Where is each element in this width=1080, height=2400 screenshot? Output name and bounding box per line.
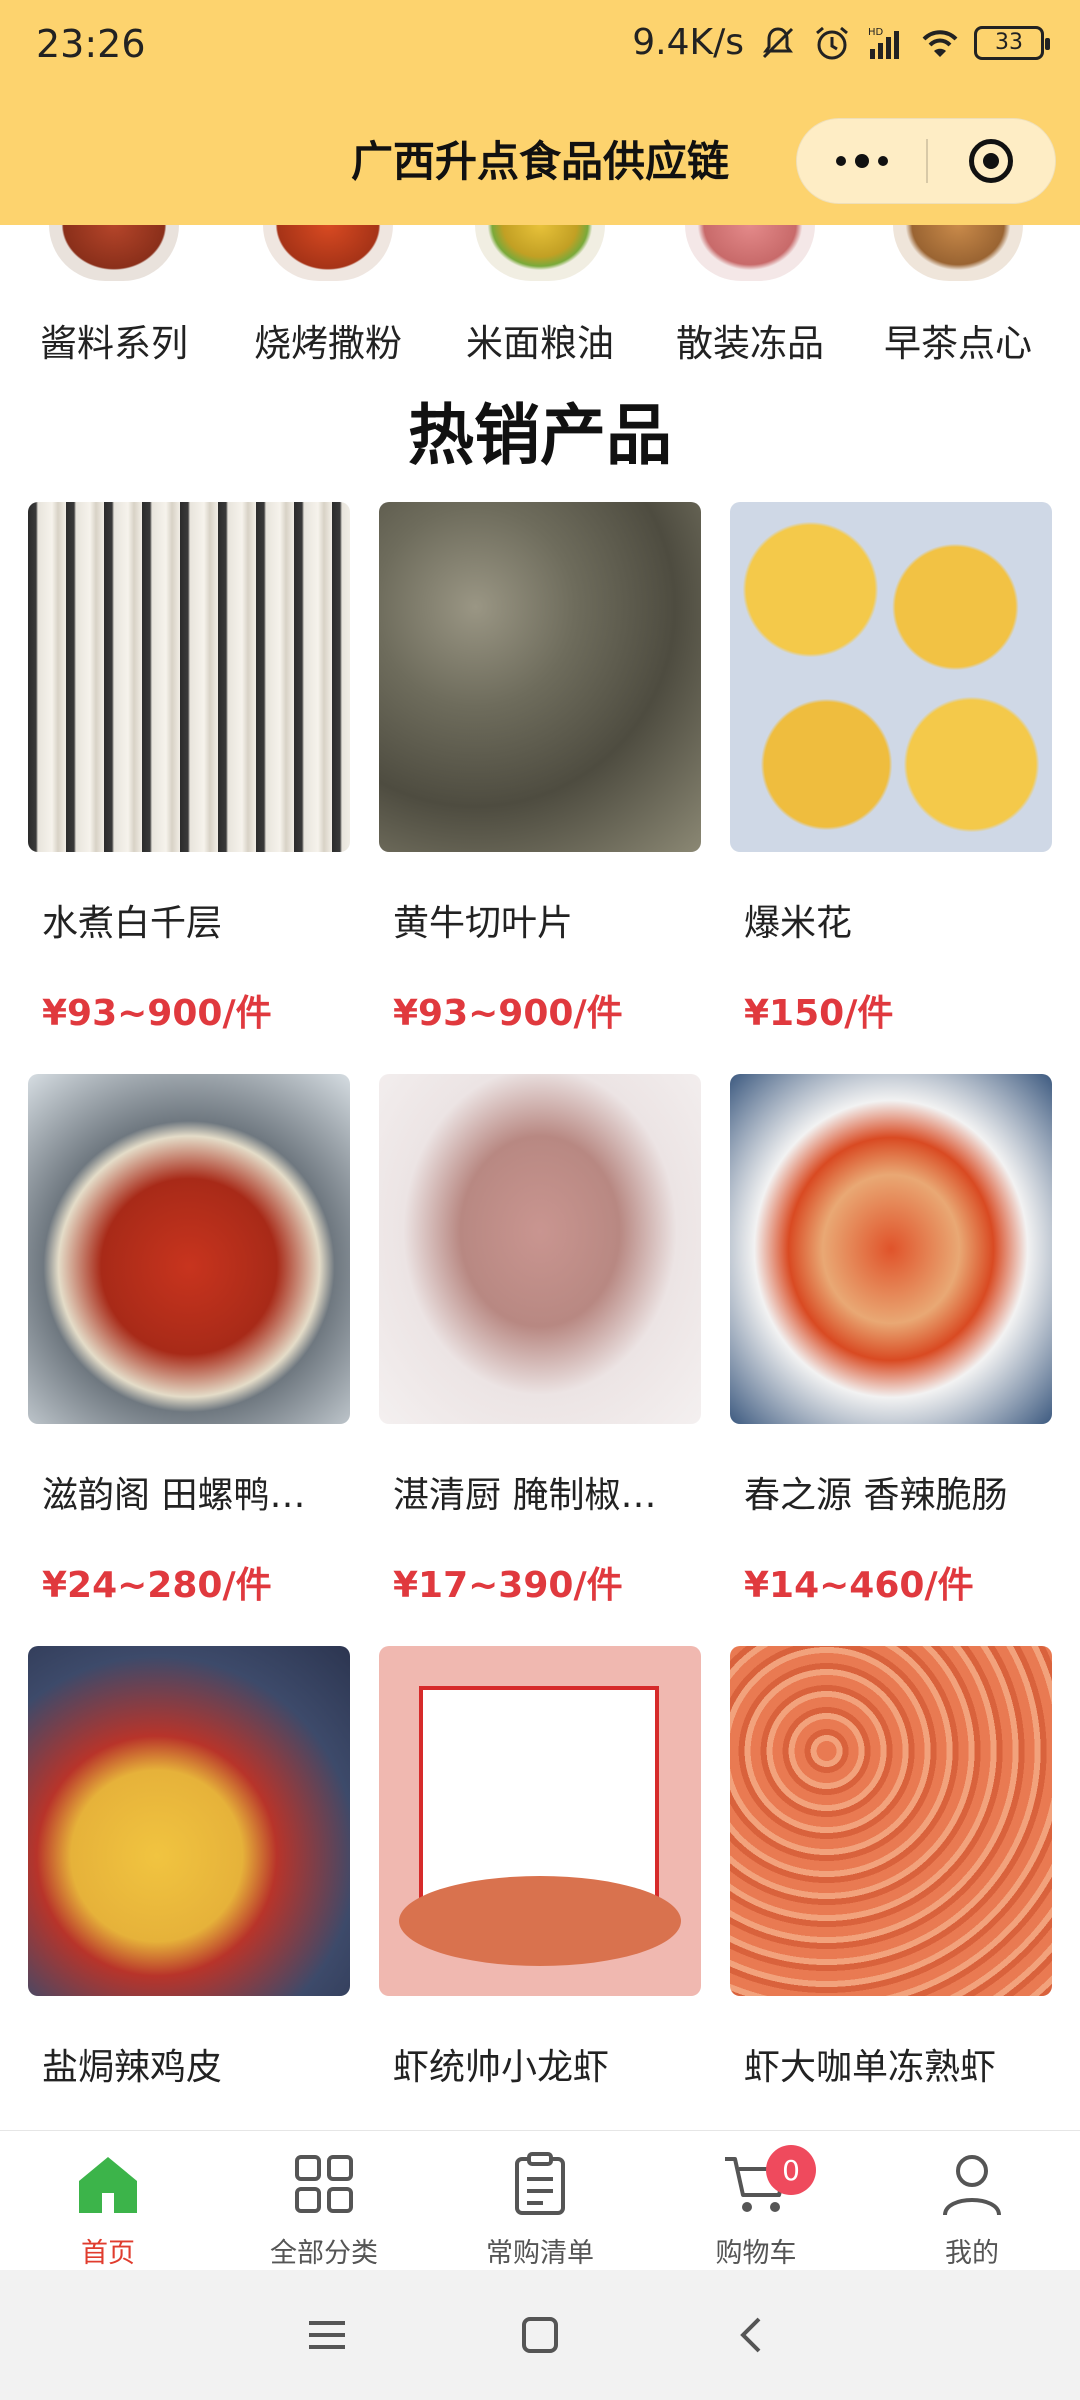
category-item-rice-oil[interactable]: 米面粮油 xyxy=(440,225,640,367)
category-image xyxy=(49,225,179,281)
tab-home[interactable]: 首页 xyxy=(0,2131,216,2270)
product-name: 虾统帅小龙虾 xyxy=(393,2047,610,2088)
category-label: 酱料系列 xyxy=(40,322,188,365)
tab-label: 首页 xyxy=(81,2238,135,2269)
product-card[interactable]: 湛清厨 腌制椒… ¥17~390/件 xyxy=(379,1074,701,1608)
category-strip: 酱料系列 烧烤撒粉 米面粮油 散装冻品 早茶点心 xyxy=(0,225,1080,365)
category-item-frozen[interactable]: 散装冻品 xyxy=(650,225,850,367)
miniprogram-capsule xyxy=(796,118,1056,204)
category-image xyxy=(263,225,393,281)
category-item-dimsum[interactable]: 早茶点心 xyxy=(858,225,1058,367)
user-icon xyxy=(943,2155,1001,2216)
tab-profile[interactable]: 我的 xyxy=(864,2131,1080,2270)
category-image xyxy=(685,225,815,281)
status-time: 23:26 xyxy=(36,22,146,66)
svg-text:HD: HD xyxy=(868,27,884,38)
bottom-tab-bar: 首页 全部分类 常购清单 0 购物车 我的 xyxy=(0,2130,1080,2270)
product-name: 爆米花 xyxy=(744,903,853,944)
product-image xyxy=(28,1074,350,1424)
product-card[interactable]: 盐焗辣鸡皮 xyxy=(28,1646,350,2128)
menu-icon[interactable] xyxy=(297,2305,357,2365)
tab-frequent-list[interactable]: 常购清单 xyxy=(432,2131,648,2270)
product-price: ¥93~900/件 xyxy=(393,993,623,1034)
home-square-icon[interactable] xyxy=(510,2305,570,2365)
product-price: ¥150/件 xyxy=(744,993,894,1034)
home-icon xyxy=(79,2157,137,2213)
wifi-icon xyxy=(922,29,958,57)
product-card[interactable]: 春之源 香辣脆肠 ¥14~460/件 xyxy=(730,1074,1052,1608)
product-price: ¥14~460/件 xyxy=(744,1565,974,1606)
battery-level: 33 xyxy=(995,30,1023,55)
tab-cart[interactable]: 0 购物车 xyxy=(648,2131,864,2270)
stand-graphic xyxy=(399,1876,681,1966)
category-item-sauce[interactable]: 酱料系列 xyxy=(14,225,214,367)
close-miniprogram-icon[interactable] xyxy=(928,139,1055,183)
mute-icon xyxy=(762,26,794,58)
tab-label: 购物车 xyxy=(715,2238,797,2269)
network-speed: 9.4K/s xyxy=(632,22,744,63)
product-card[interactable]: 黄牛切叶片 ¥93~900/件 xyxy=(379,502,701,1036)
more-icon[interactable] xyxy=(797,154,926,168)
product-name: 水煮白千层 xyxy=(42,903,223,944)
section-title: 热销产品 xyxy=(408,397,672,474)
product-name: 春之源 香辣脆肠 xyxy=(744,1475,1008,1516)
product-card[interactable]: 滋韵阁 田螺鸭… ¥24~280/件 xyxy=(28,1074,350,1608)
product-card[interactable]: 虾大咖单冻熟虾 xyxy=(730,1646,1052,2128)
alarm-icon xyxy=(816,26,848,59)
tab-categories[interactable]: 全部分类 xyxy=(216,2131,432,2270)
category-label: 散装冻品 xyxy=(676,322,824,365)
system-navigation-bar xyxy=(0,2270,1080,2400)
category-label: 早茶点心 xyxy=(884,322,1032,365)
category-label: 烧烤撒粉 xyxy=(254,322,402,365)
tab-label: 我的 xyxy=(945,2238,999,2269)
tab-label: 全部分类 xyxy=(270,2238,378,2269)
category-image xyxy=(893,225,1023,281)
list-icon xyxy=(515,2152,565,2215)
category-label: 米面粮油 xyxy=(466,322,614,365)
product-price: ¥24~280/件 xyxy=(42,1565,272,1606)
product-card[interactable]: 爆米花 ¥150/件 xyxy=(730,502,1052,1036)
battery-icon: 33 xyxy=(974,25,1050,60)
product-name: 虾大咖单冻熟虾 xyxy=(744,2047,997,2088)
product-image xyxy=(730,1646,1052,1996)
grid-icon xyxy=(295,2155,353,2213)
product-price: ¥17~390/件 xyxy=(393,1565,623,1606)
category-image xyxy=(475,225,605,281)
product-name: 湛清厨 腌制椒… xyxy=(393,1475,657,1516)
product-image xyxy=(28,1646,350,1996)
tab-label: 常购清单 xyxy=(486,2238,594,2269)
product-image xyxy=(730,502,1052,852)
cart-badge: 0 xyxy=(766,2145,816,2195)
category-item-bbq-powder[interactable]: 烧烤撒粉 xyxy=(228,225,428,367)
product-card[interactable]: 虾统帅小龙虾 xyxy=(379,1646,701,2128)
product-image xyxy=(379,1074,701,1424)
signal-icon: HD xyxy=(868,27,899,59)
back-icon[interactable] xyxy=(723,2305,783,2365)
product-name: 滋韵阁 田螺鸭… xyxy=(42,1475,306,1516)
status-icons: 9.4K/s HD 33 xyxy=(632,22,1050,63)
product-image xyxy=(28,502,350,852)
product-image xyxy=(730,1074,1052,1424)
top-bar: 23:26 9.4K/s HD 33 广西升点食品供应链 xyxy=(0,0,1080,225)
product-name: 盐焗辣鸡皮 xyxy=(42,2047,223,2088)
product-image xyxy=(379,502,701,852)
product-card[interactable]: 水煮白千层 ¥93~900/件 xyxy=(28,502,350,1036)
product-image xyxy=(379,1646,701,1996)
product-price: ¥93~900/件 xyxy=(42,993,272,1034)
product-name: 黄牛切叶片 xyxy=(393,903,574,944)
